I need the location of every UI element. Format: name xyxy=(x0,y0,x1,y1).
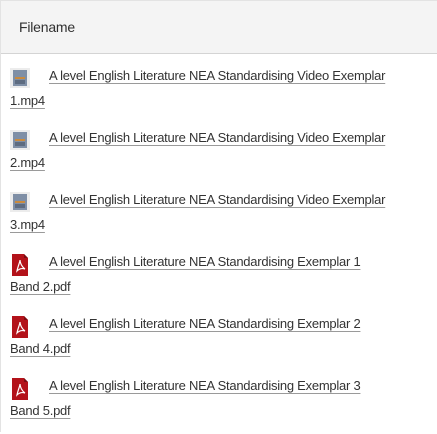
file-row: A level English Literature NEA Standardi… xyxy=(1,310,437,372)
file-link-6-line2[interactable]: Band 5.pdf xyxy=(1,397,429,422)
video-file-icon xyxy=(10,192,30,212)
file-link-4-line1[interactable]: A level English Literature NEA Standardi… xyxy=(49,248,429,273)
pdf-file-icon xyxy=(10,316,30,338)
file-link-6-line1[interactable]: A level English Literature NEA Standardi… xyxy=(49,372,429,397)
pdf-file-icon xyxy=(10,378,30,400)
file-link-1-line2[interactable]: 1.mp4 xyxy=(1,87,429,112)
file-link-4-line2[interactable]: Band 2.pdf xyxy=(1,273,429,298)
file-row: A level English Literature NEA Standardi… xyxy=(1,372,437,434)
file-link-2-line1[interactable]: A level English Literature NEA Standardi… xyxy=(49,124,429,149)
file-link-3-line1[interactable]: A level English Literature NEA Standardi… xyxy=(49,186,429,211)
video-file-icon xyxy=(10,130,30,150)
file-row: A level English Literature NEA Standardi… xyxy=(1,124,437,186)
filename-column-header[interactable]: Filename xyxy=(19,19,75,35)
file-table: Filename A level English Literature NEA … xyxy=(0,0,437,432)
file-list: A level English Literature NEA Standardi… xyxy=(1,54,437,434)
file-row: A level English Literature NEA Standardi… xyxy=(1,186,437,248)
file-link-3-line2[interactable]: 3.mp4 xyxy=(1,211,429,236)
pdf-file-icon xyxy=(10,254,30,276)
file-link-2-line2[interactable]: 2.mp4 xyxy=(1,149,429,174)
file-link-5-line2[interactable]: Band 4.pdf xyxy=(1,335,429,360)
table-header: Filename xyxy=(1,1,437,54)
file-link-5-line1[interactable]: A level English Literature NEA Standardi… xyxy=(49,310,429,335)
file-row: A level English Literature NEA Standardi… xyxy=(1,62,437,124)
file-link-1-line1[interactable]: A level English Literature NEA Standardi… xyxy=(49,62,429,87)
video-file-icon xyxy=(10,68,30,88)
file-row: A level English Literature NEA Standardi… xyxy=(1,248,437,310)
